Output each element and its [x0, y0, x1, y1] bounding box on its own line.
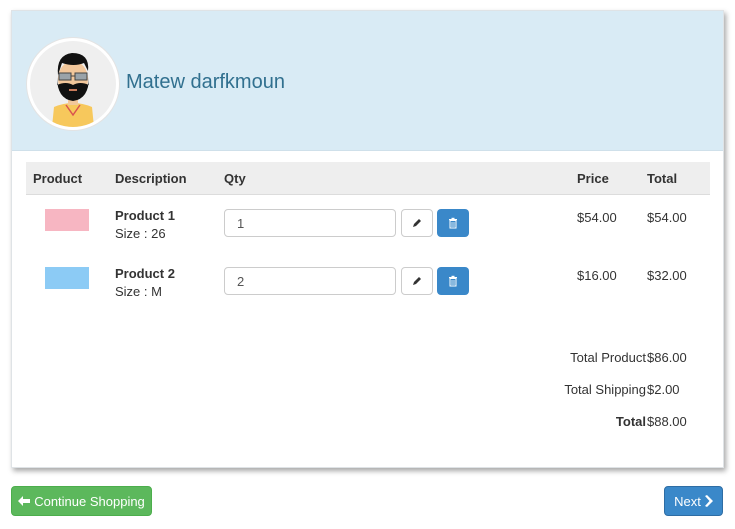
arrow-left-icon — [18, 496, 31, 506]
product-size: Size : M — [115, 284, 162, 299]
chevron-right-icon — [704, 495, 713, 507]
product-price: $54.00 — [577, 210, 617, 225]
product-size: Size : 26 — [115, 226, 166, 241]
edit-button[interactable] — [401, 209, 433, 237]
product-price: $16.00 — [577, 268, 617, 283]
grand-total-label: Total — [615, 414, 646, 429]
header-description: Description — [115, 171, 187, 186]
total-product-value: $86.00 — [647, 350, 687, 365]
total-product-label: Total Product — [570, 350, 646, 365]
user-name: Matew darfkmoun — [126, 71, 285, 93]
qty-input[interactable] — [224, 267, 396, 295]
table-row: Product 2 Size : M $16.00 $32.00 — [26, 260, 710, 318]
trash-icon — [449, 275, 457, 287]
trash-icon — [449, 217, 457, 229]
pencil-icon — [413, 219, 421, 227]
product-total: $54.00 — [647, 210, 687, 225]
header-total: Total — [647, 171, 678, 186]
table-row: Product 1 Size : 26 $54.00 $54.00 — [26, 202, 710, 260]
delete-button[interactable] — [437, 267, 469, 295]
header-qty: Qty — [224, 171, 246, 186]
pencil-icon — [413, 277, 421, 285]
header-price: Price — [577, 171, 609, 186]
edit-button[interactable] — [401, 267, 433, 295]
user-header: Matew darfkmoun — [12, 11, 723, 151]
cart-table: Product Description Qty Price Total Prod… — [26, 162, 710, 299]
next-label: Next — [674, 493, 701, 509]
total-shipping-value: $2.00 — [647, 382, 680, 397]
avatar — [27, 38, 119, 130]
bearded-man-avatar-icon — [30, 41, 116, 127]
product-name: Product 1 — [115, 208, 175, 223]
continue-shopping-button[interactable]: Continue Shopping — [11, 486, 152, 516]
delete-button[interactable] — [437, 209, 469, 237]
product-name: Product 2 — [115, 266, 175, 281]
cart-panel: Matew darfkmoun Product Description Qty … — [11, 10, 724, 468]
product-thumbnail[interactable] — [45, 209, 89, 231]
next-button[interactable]: Next — [664, 486, 723, 516]
total-shipping-label: Total Shipping — [564, 382, 646, 397]
qty-input[interactable] — [224, 209, 396, 237]
continue-shopping-label: Continue Shopping — [34, 493, 145, 509]
table-header: Product Description Qty Price Total — [26, 162, 710, 195]
product-thumbnail[interactable] — [45, 267, 89, 289]
product-total: $32.00 — [647, 268, 687, 283]
header-product: Product — [33, 171, 83, 186]
grand-total-value: $88.00 — [647, 414, 687, 429]
